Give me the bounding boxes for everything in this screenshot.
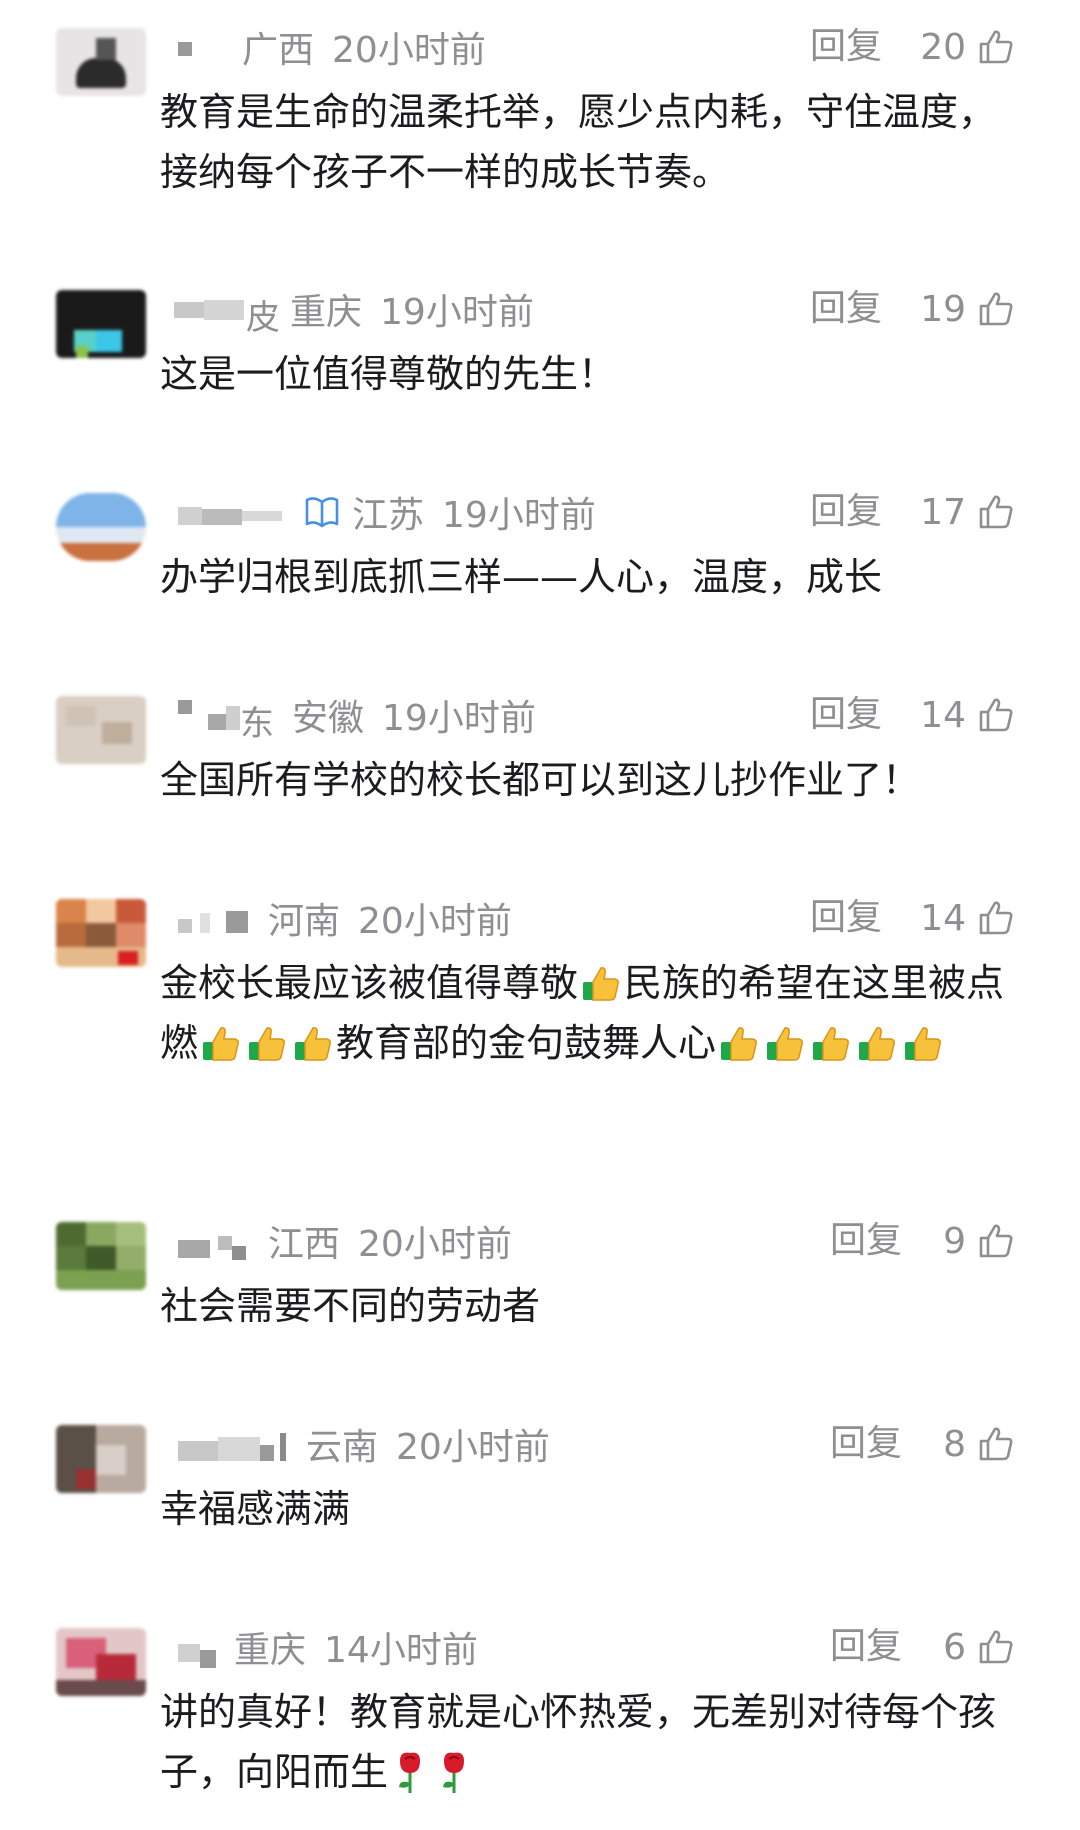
time-ago: 19小时前 bbox=[380, 292, 534, 333]
thumbs-up-emoji-icon bbox=[249, 1027, 285, 1061]
like-button[interactable]: 6 bbox=[943, 1624, 1016, 1670]
thumbs-up-emoji-icon bbox=[203, 1027, 239, 1061]
thumbs-up-emoji-icon bbox=[767, 1027, 803, 1061]
reply-button[interactable]: 回复 bbox=[810, 286, 882, 332]
time-ago: 19小时前 bbox=[442, 495, 596, 536]
username-masked[interactable] bbox=[160, 1630, 222, 1668]
location: 江西 bbox=[268, 1224, 341, 1265]
reply-button[interactable]: 回复 bbox=[830, 1421, 902, 1467]
username-masked[interactable] bbox=[160, 30, 230, 64]
location: 广西 bbox=[242, 30, 315, 71]
username-masked[interactable]: 东 bbox=[160, 698, 274, 744]
avatar[interactable] bbox=[56, 493, 146, 561]
thumbs-up-icon bbox=[979, 1427, 1013, 1461]
like-button[interactable]: 20 bbox=[920, 24, 1016, 70]
like-button[interactable]: 8 bbox=[943, 1421, 1016, 1467]
rose-emoji-icon bbox=[443, 1752, 465, 1793]
avatar[interactable] bbox=[56, 290, 146, 358]
open-book-icon bbox=[305, 497, 339, 528]
thumbs-up-icon bbox=[979, 1630, 1013, 1664]
comment-text-part: 金校长最应该被值得尊敬 bbox=[160, 961, 579, 1005]
time-ago: 20小时前 bbox=[358, 1224, 512, 1265]
username-masked[interactable] bbox=[160, 901, 256, 935]
avatar[interactable] bbox=[56, 899, 146, 967]
like-count: 14 bbox=[920, 694, 966, 736]
location: 江苏 bbox=[352, 495, 425, 536]
like-button[interactable]: 9 bbox=[943, 1218, 1016, 1264]
thumbs-up-icon bbox=[979, 698, 1013, 732]
like-count: 6 bbox=[943, 1626, 966, 1668]
thumbs-up-emoji-icon bbox=[859, 1027, 895, 1061]
like-count: 14 bbox=[920, 897, 966, 939]
location: 云南 bbox=[306, 1427, 379, 1468]
reply-button[interactable]: 回复 bbox=[830, 1218, 902, 1264]
thumbs-up-icon bbox=[979, 292, 1013, 326]
time-ago: 20小时前 bbox=[332, 30, 486, 71]
rose-emoji-icon bbox=[399, 1752, 421, 1793]
comment-text: 办学归根到底抓三样——人心，温度，成长 bbox=[160, 555, 883, 599]
like-count: 8 bbox=[943, 1423, 966, 1465]
comment-text: 社会需要不同的劳动者 bbox=[160, 1284, 541, 1328]
username-masked[interactable]: 皮 bbox=[160, 292, 280, 338]
comment-text: 讲的真好！教育就是心怀热爱，无差别对待每个孩子，向阳而生 bbox=[160, 1682, 1030, 1802]
comment-meta: 皮 重庆 19小时前 bbox=[160, 286, 534, 338]
like-count: 9 bbox=[943, 1220, 966, 1262]
thumbs-up-emoji-icon bbox=[813, 1027, 849, 1061]
thumbs-up-icon bbox=[979, 1224, 1013, 1258]
username-fragment: 皮 bbox=[246, 298, 280, 338]
thumbs-up-emoji-icon bbox=[905, 1027, 941, 1061]
like-button[interactable]: 19 bbox=[920, 286, 1016, 332]
comment-meta: 东 安徽 19小时前 bbox=[160, 692, 536, 744]
comment-meta: 江苏 19小时前 bbox=[160, 489, 596, 536]
username-fragment: 东 bbox=[240, 704, 274, 744]
thumbs-up-emoji-icon bbox=[583, 967, 619, 1001]
avatar[interactable] bbox=[56, 1222, 146, 1290]
time-ago: 14小时前 bbox=[324, 1630, 478, 1671]
username-masked[interactable] bbox=[160, 1224, 256, 1260]
comment-meta: 河南 20小时前 bbox=[160, 895, 512, 942]
reply-button[interactable]: 回复 bbox=[810, 692, 882, 738]
avatar[interactable] bbox=[56, 28, 146, 96]
like-count: 17 bbox=[920, 491, 966, 533]
reply-button[interactable]: 回复 bbox=[830, 1624, 902, 1670]
thumbs-up-icon bbox=[979, 30, 1013, 64]
comment-meta: 重庆 14小时前 bbox=[160, 1624, 478, 1671]
thumbs-up-icon bbox=[979, 495, 1013, 529]
location: 重庆 bbox=[290, 292, 363, 333]
comment-list: 广西 20小时前 回复 20 教育是生命的温柔托举，愿少点内耗，守住温度，接纳每… bbox=[0, 0, 1080, 1830]
time-ago: 19小时前 bbox=[382, 698, 536, 739]
avatar[interactable] bbox=[56, 696, 146, 764]
comment-meta: 广西 20小时前 bbox=[160, 24, 486, 71]
thumbs-up-icon bbox=[979, 901, 1013, 935]
like-count: 19 bbox=[920, 288, 966, 330]
thumbs-up-emoji-icon bbox=[721, 1027, 757, 1061]
comment-meta: 云南 20小时前 bbox=[160, 1421, 550, 1468]
username-masked[interactable] bbox=[160, 495, 290, 529]
like-button[interactable]: 14 bbox=[920, 692, 1016, 738]
comment-text-body: 讲的真好！教育就是心怀热爱，无差别对待每个孩子，向阳而生 bbox=[160, 1690, 997, 1794]
thumbs-up-emoji-icon bbox=[295, 1027, 331, 1061]
avatar[interactable] bbox=[56, 1425, 146, 1493]
like-button[interactable]: 14 bbox=[920, 895, 1016, 941]
avatar[interactable] bbox=[56, 1628, 146, 1696]
time-ago: 20小时前 bbox=[358, 901, 512, 942]
location: 河南 bbox=[268, 901, 341, 942]
location: 安徽 bbox=[292, 698, 365, 739]
comment-text: 这是一位值得尊敬的先生！ bbox=[160, 352, 617, 396]
comment-text: 幸福感满满 bbox=[160, 1487, 351, 1531]
comment-text: 金校长最应该被值得尊敬 民族的希望在这里被点燃 教育部的金句鼓舞人心 bbox=[160, 953, 1030, 1073]
time-ago: 20小时前 bbox=[396, 1427, 550, 1468]
comment-text: 全国所有学校的校长都可以到这儿抄作业了！ bbox=[160, 758, 921, 802]
location: 重庆 bbox=[234, 1630, 307, 1671]
username-masked[interactable] bbox=[160, 1427, 294, 1461]
comment-meta: 江西 20小时前 bbox=[160, 1218, 512, 1265]
comment-text: 教育是生命的温柔托举，愿少点内耗，守住温度，接纳每个孩子不一样的成长节奏。 bbox=[160, 90, 997, 194]
reply-button[interactable]: 回复 bbox=[810, 895, 882, 941]
like-count: 20 bbox=[920, 26, 966, 68]
reply-button[interactable]: 回复 bbox=[810, 24, 882, 70]
like-button[interactable]: 17 bbox=[920, 489, 1016, 535]
comment-text-part: 教育部的金句鼓舞人心 bbox=[336, 1021, 717, 1065]
reply-button[interactable]: 回复 bbox=[810, 489, 882, 535]
